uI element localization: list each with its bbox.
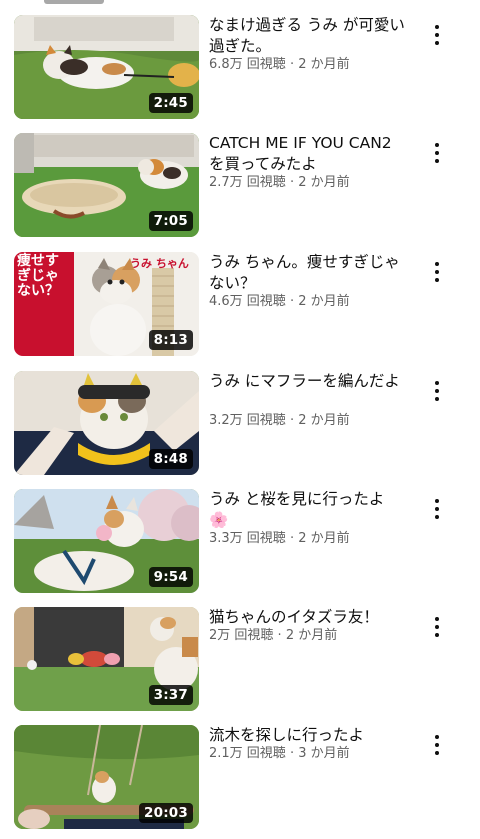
video-thumbnail[interactable]: 7:05 [14,133,199,237]
more-options-button[interactable] [425,252,449,292]
more-options-button[interactable] [425,15,449,55]
video-meta: 3.3万 回視聴 · 2 か月前 [209,530,409,548]
more-vert-icon [435,260,439,284]
video-thumbnail[interactable]: 2:45 [14,15,199,119]
video-title[interactable]: うみ と桜を見に行ったよ 🌸 [209,489,405,531]
more-vert-icon [435,141,439,165]
video-title[interactable]: CATCH ME IF YOU CAN2を買ってみたよ [209,133,405,175]
video-item[interactable]: 痩せすぎじゃない？ うみ ちゃん 8:13 うみ ちゃん。痩せすぎじゃない？ 4… [0,252,480,357]
video-meta: 4.6万 回視聴 · 2 か月前 [209,293,409,311]
upload-age: 2 か月前 [298,531,350,546]
more-vert-icon [435,379,439,403]
duration-badge: 8:48 [148,449,193,469]
thumbnail-caption: 痩せすぎじゃない？ [17,253,59,299]
view-count: 2.7万 回視聴 [209,175,286,190]
video-title[interactable]: うみ にマフラーを編んだよ [209,371,405,392]
meta-separator: · [285,294,299,309]
video-title[interactable]: 猫ちゃんのイタズラ友！ [209,607,405,628]
meta-separator: · [285,57,299,72]
upload-age: 2 か月前 [298,413,350,428]
meta-separator: · [285,413,299,428]
upload-age: 2 か月前 [298,175,350,190]
video-title[interactable]: 流木を探しに行ったよ [209,725,405,746]
duration-badge: 20:03 [139,803,193,823]
video-item[interactable]: 3:37 猫ちゃんのイタズラ友！ 2万 回視聴 · 2 か月前 [0,607,480,712]
duration-badge: 3:37 [148,685,193,705]
meta-separator: · [285,531,299,546]
thumbnail-caption: うみ ちゃん [130,257,189,270]
more-vert-icon [435,615,439,639]
duration-badge: 7:05 [148,211,193,231]
video-meta: 6.8万 回視聴 · 2 か月前 [209,56,409,74]
video-item[interactable]: 9:54 うみ と桜を見に行ったよ 🌸 3.3万 回視聴 · 2 か月前 [0,489,480,594]
video-title[interactable]: なまけ過ぎる うみ が可愛い過ぎた。 [209,15,405,57]
video-thumbnail[interactable]: 8:48 [14,371,199,475]
video-item[interactable]: 7:05 CATCH ME IF YOU CAN2を買ってみたよ 2.7万 回視… [0,133,480,238]
meta-separator: · [285,746,299,761]
more-options-button[interactable] [425,607,449,647]
upload-age: 2 か月前 [285,628,338,643]
view-count: 3.3万 回視聴 [209,531,286,546]
video-meta: 2.7万 回視聴 · 2 か月前 [209,174,409,192]
view-count: 2.1万 回視聴 [209,746,286,761]
video-item[interactable]: 8:48 うみ にマフラーを編んだよ 3.2万 回視聴 · 2 か月前 [0,371,480,476]
view-count: 3.2万 回視聴 [209,413,286,428]
more-options-button[interactable] [425,371,449,411]
video-meta: 3.2万 回視聴 · 2 か月前 [209,412,409,430]
video-meta: 2万 回視聴 · 2 か月前 [209,627,409,645]
more-options-button[interactable] [425,489,449,529]
video-item[interactable]: 20:03 流木を探しに行ったよ 2.1万 回視聴 · 3 か月前 [0,725,480,830]
more-options-button[interactable] [425,725,449,765]
more-vert-icon [435,497,439,521]
upload-age: 2 か月前 [298,294,350,309]
video-thumbnail[interactable]: 20:03 [14,725,199,829]
video-thumbnail[interactable]: 9:54 [14,489,199,593]
scroll-edge [44,0,104,4]
more-vert-icon [435,733,439,757]
view-count: 6.8万 回視聴 [209,57,286,72]
view-count: 4.6万 回視聴 [209,294,286,309]
view-count: 2万 回視聴 [209,628,274,643]
video-item[interactable]: 2:45 なまけ過ぎる うみ が可愛い過ぎた。 6.8万 回視聴 · 2 か月前 [0,15,480,120]
more-options-button[interactable] [425,133,449,173]
video-thumbnail[interactable]: 3:37 [14,607,199,711]
upload-age: 2 か月前 [298,57,350,72]
meta-separator: · [273,628,286,643]
meta-separator: · [285,175,299,190]
video-meta: 2.1万 回視聴 · 3 か月前 [209,745,409,763]
video-thumbnail[interactable]: 痩せすぎじゃない？ うみ ちゃん 8:13 [14,252,199,356]
more-vert-icon [435,23,439,47]
duration-badge: 8:13 [148,330,193,350]
duration-badge: 9:54 [148,567,193,587]
video-title[interactable]: うみ ちゃん。痩せすぎじゃない？ [209,252,405,294]
upload-age: 3 か月前 [298,746,350,761]
duration-badge: 2:45 [148,93,193,113]
